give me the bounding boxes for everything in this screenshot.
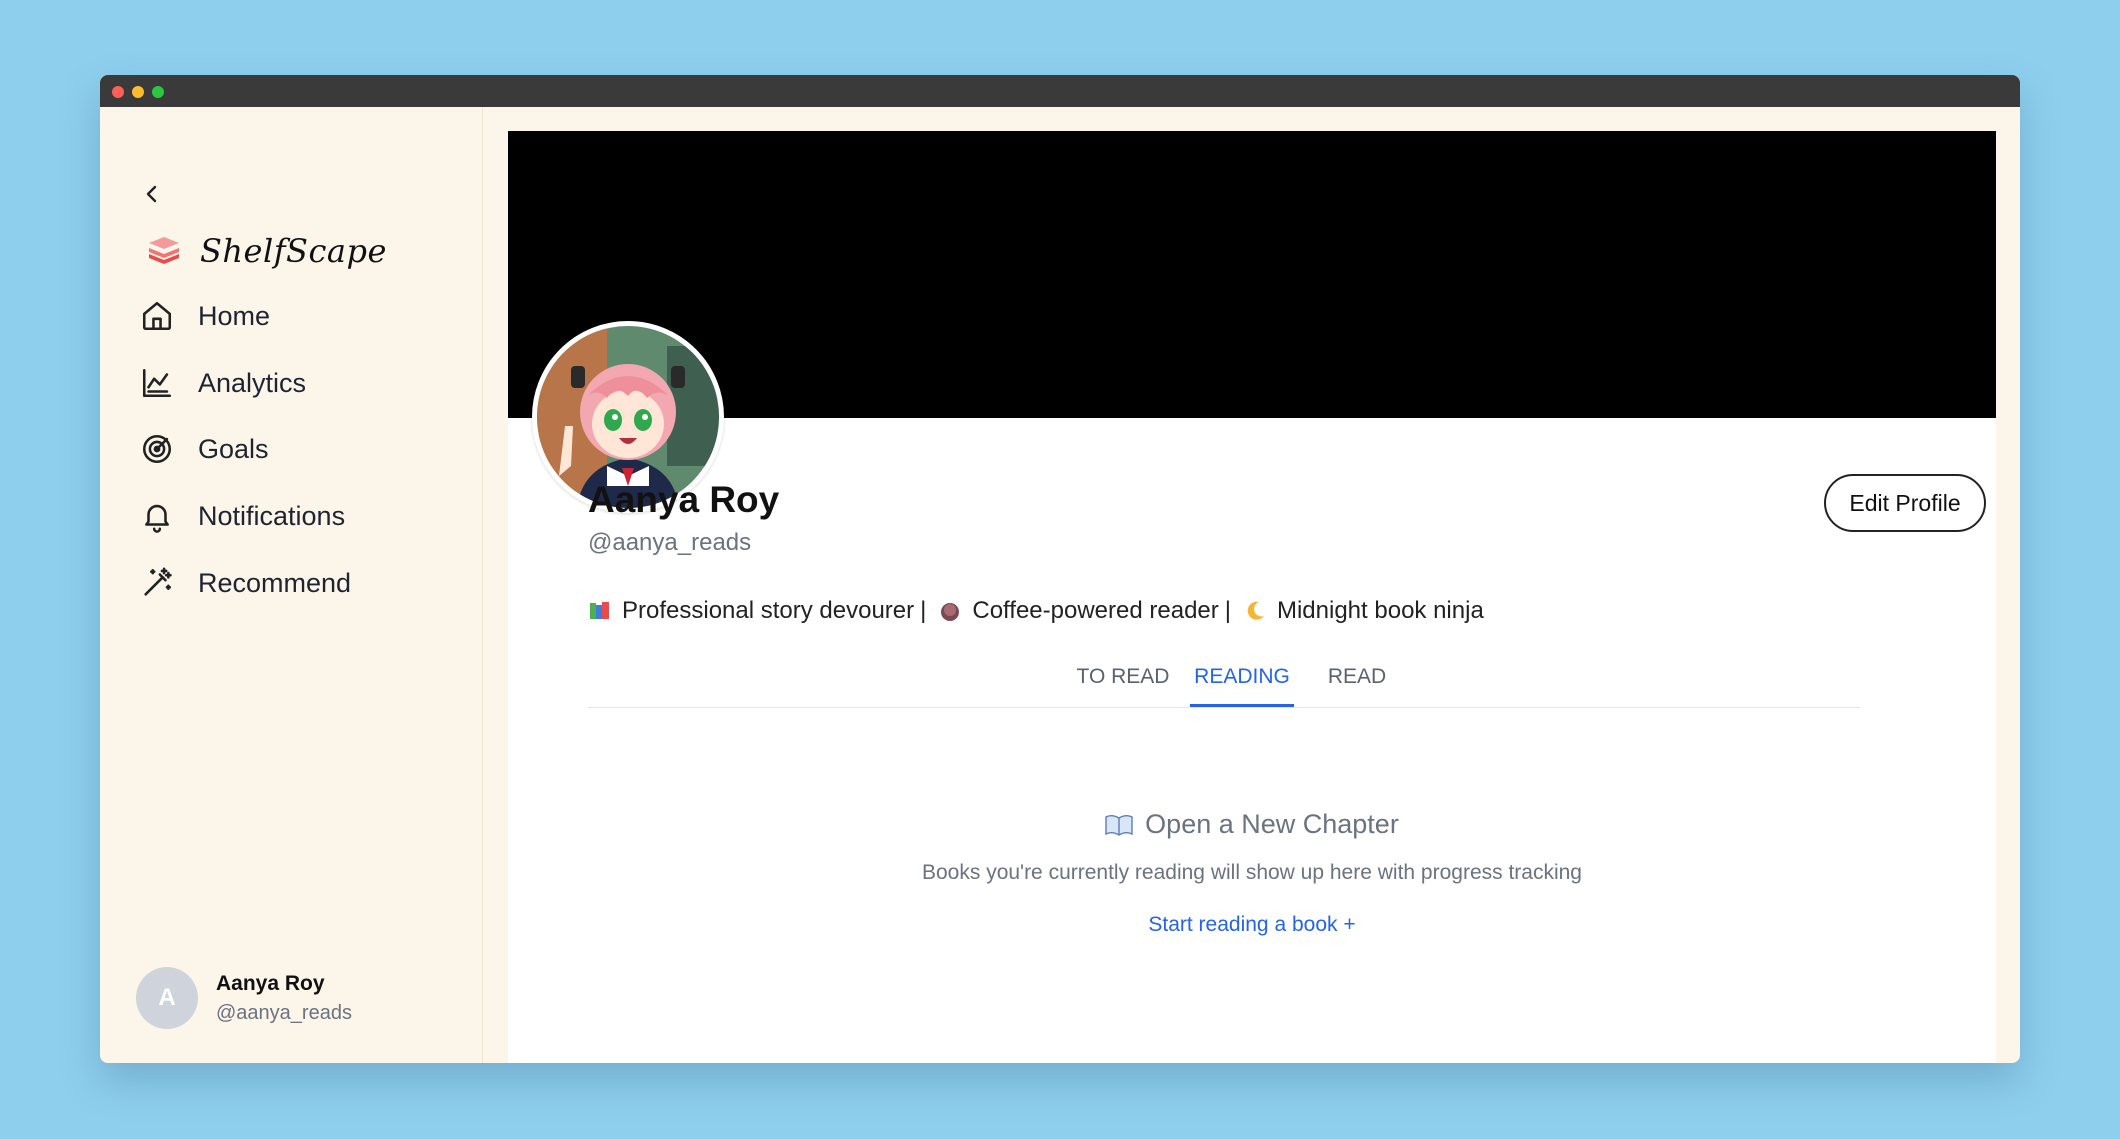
nav-recommend[interactable]: Recommend [140, 566, 351, 600]
nav-label-analytics: Analytics [198, 367, 307, 398]
nav-notifications[interactable]: Notifications [140, 499, 345, 533]
empty-state-subtitle: Books you're currently reading will show… [922, 861, 1582, 884]
avatar: A [136, 967, 198, 1029]
nav-label-goals: Goals [198, 433, 269, 464]
empty-state-title: Open a New Chapter [508, 809, 1996, 840]
maximize-window-button[interactable] [152, 86, 164, 98]
profile-banner[interactable] [508, 131, 1996, 418]
chevron-left-icon[interactable] [140, 182, 164, 206]
nav-home[interactable]: Home [140, 299, 270, 333]
edit-profile-button[interactable]: Edit Profile [1824, 474, 1986, 532]
start-reading-link[interactable]: Start reading a book + [508, 913, 1996, 937]
app-window: ShelfScape Home Analytics Goals Notifica… [100, 75, 2020, 1063]
user-handle: @aanya_reads [216, 1001, 352, 1024]
shelf-tabs: TO READ READING READ [588, 651, 1860, 708]
bio-part-3: Midnight book ninja [1276, 597, 1484, 624]
home-icon [142, 301, 172, 331]
coffee-emoji-icon [941, 603, 960, 621]
tab-to-read[interactable]: TO READ [1058, 651, 1188, 707]
profile-name: Aanya Roy [588, 479, 780, 520]
minimize-window-button[interactable] [132, 86, 144, 98]
nav-label-recommend: Recommend [198, 567, 352, 598]
nav-label-home: Home [198, 300, 271, 331]
books-emoji-icon [590, 602, 609, 619]
title-bar [100, 75, 2020, 107]
bio-part-2: Coffee-powered reader [972, 597, 1219, 624]
empty-state-title-text: Open a New Chapter [1145, 809, 1399, 839]
close-window-button[interactable] [112, 86, 124, 98]
sidebar: ShelfScape Home Analytics Goals Notifica… [100, 107, 483, 1063]
chart-icon [142, 368, 172, 398]
magic-wand-icon [144, 567, 172, 596]
tab-reading[interactable]: READING [1190, 651, 1294, 707]
moon-emoji-icon [1247, 601, 1264, 620]
tab-read[interactable]: READ [1312, 651, 1402, 707]
profile-handle: @aanya_reads [588, 529, 752, 556]
open-book-icon [1105, 814, 1133, 836]
bio-part-1: Professional story devourer [622, 597, 915, 624]
current-user-card[interactable]: A Aanya Roy @aanya_reads [136, 967, 352, 1029]
bio-separator: | [1224, 597, 1231, 624]
nav-label-notifications: Notifications [198, 500, 346, 531]
app-logo[interactable]: ShelfScape [146, 232, 387, 270]
user-name: Aanya Roy [216, 971, 325, 995]
profile-bio: Professional story devourer | Coffee-pow… [588, 597, 1484, 625]
nav-goals[interactable]: Goals [140, 432, 269, 466]
profile-main: Aanya Roy @aanya_reads Edit Profile Prof… [508, 131, 1996, 1063]
books-logo-icon [149, 237, 179, 264]
nav-analytics[interactable]: Analytics [140, 366, 306, 400]
bell-icon [145, 504, 169, 533]
bio-separator: | [920, 597, 927, 624]
target-icon [142, 434, 172, 464]
app-name: ShelfScape [200, 232, 387, 270]
